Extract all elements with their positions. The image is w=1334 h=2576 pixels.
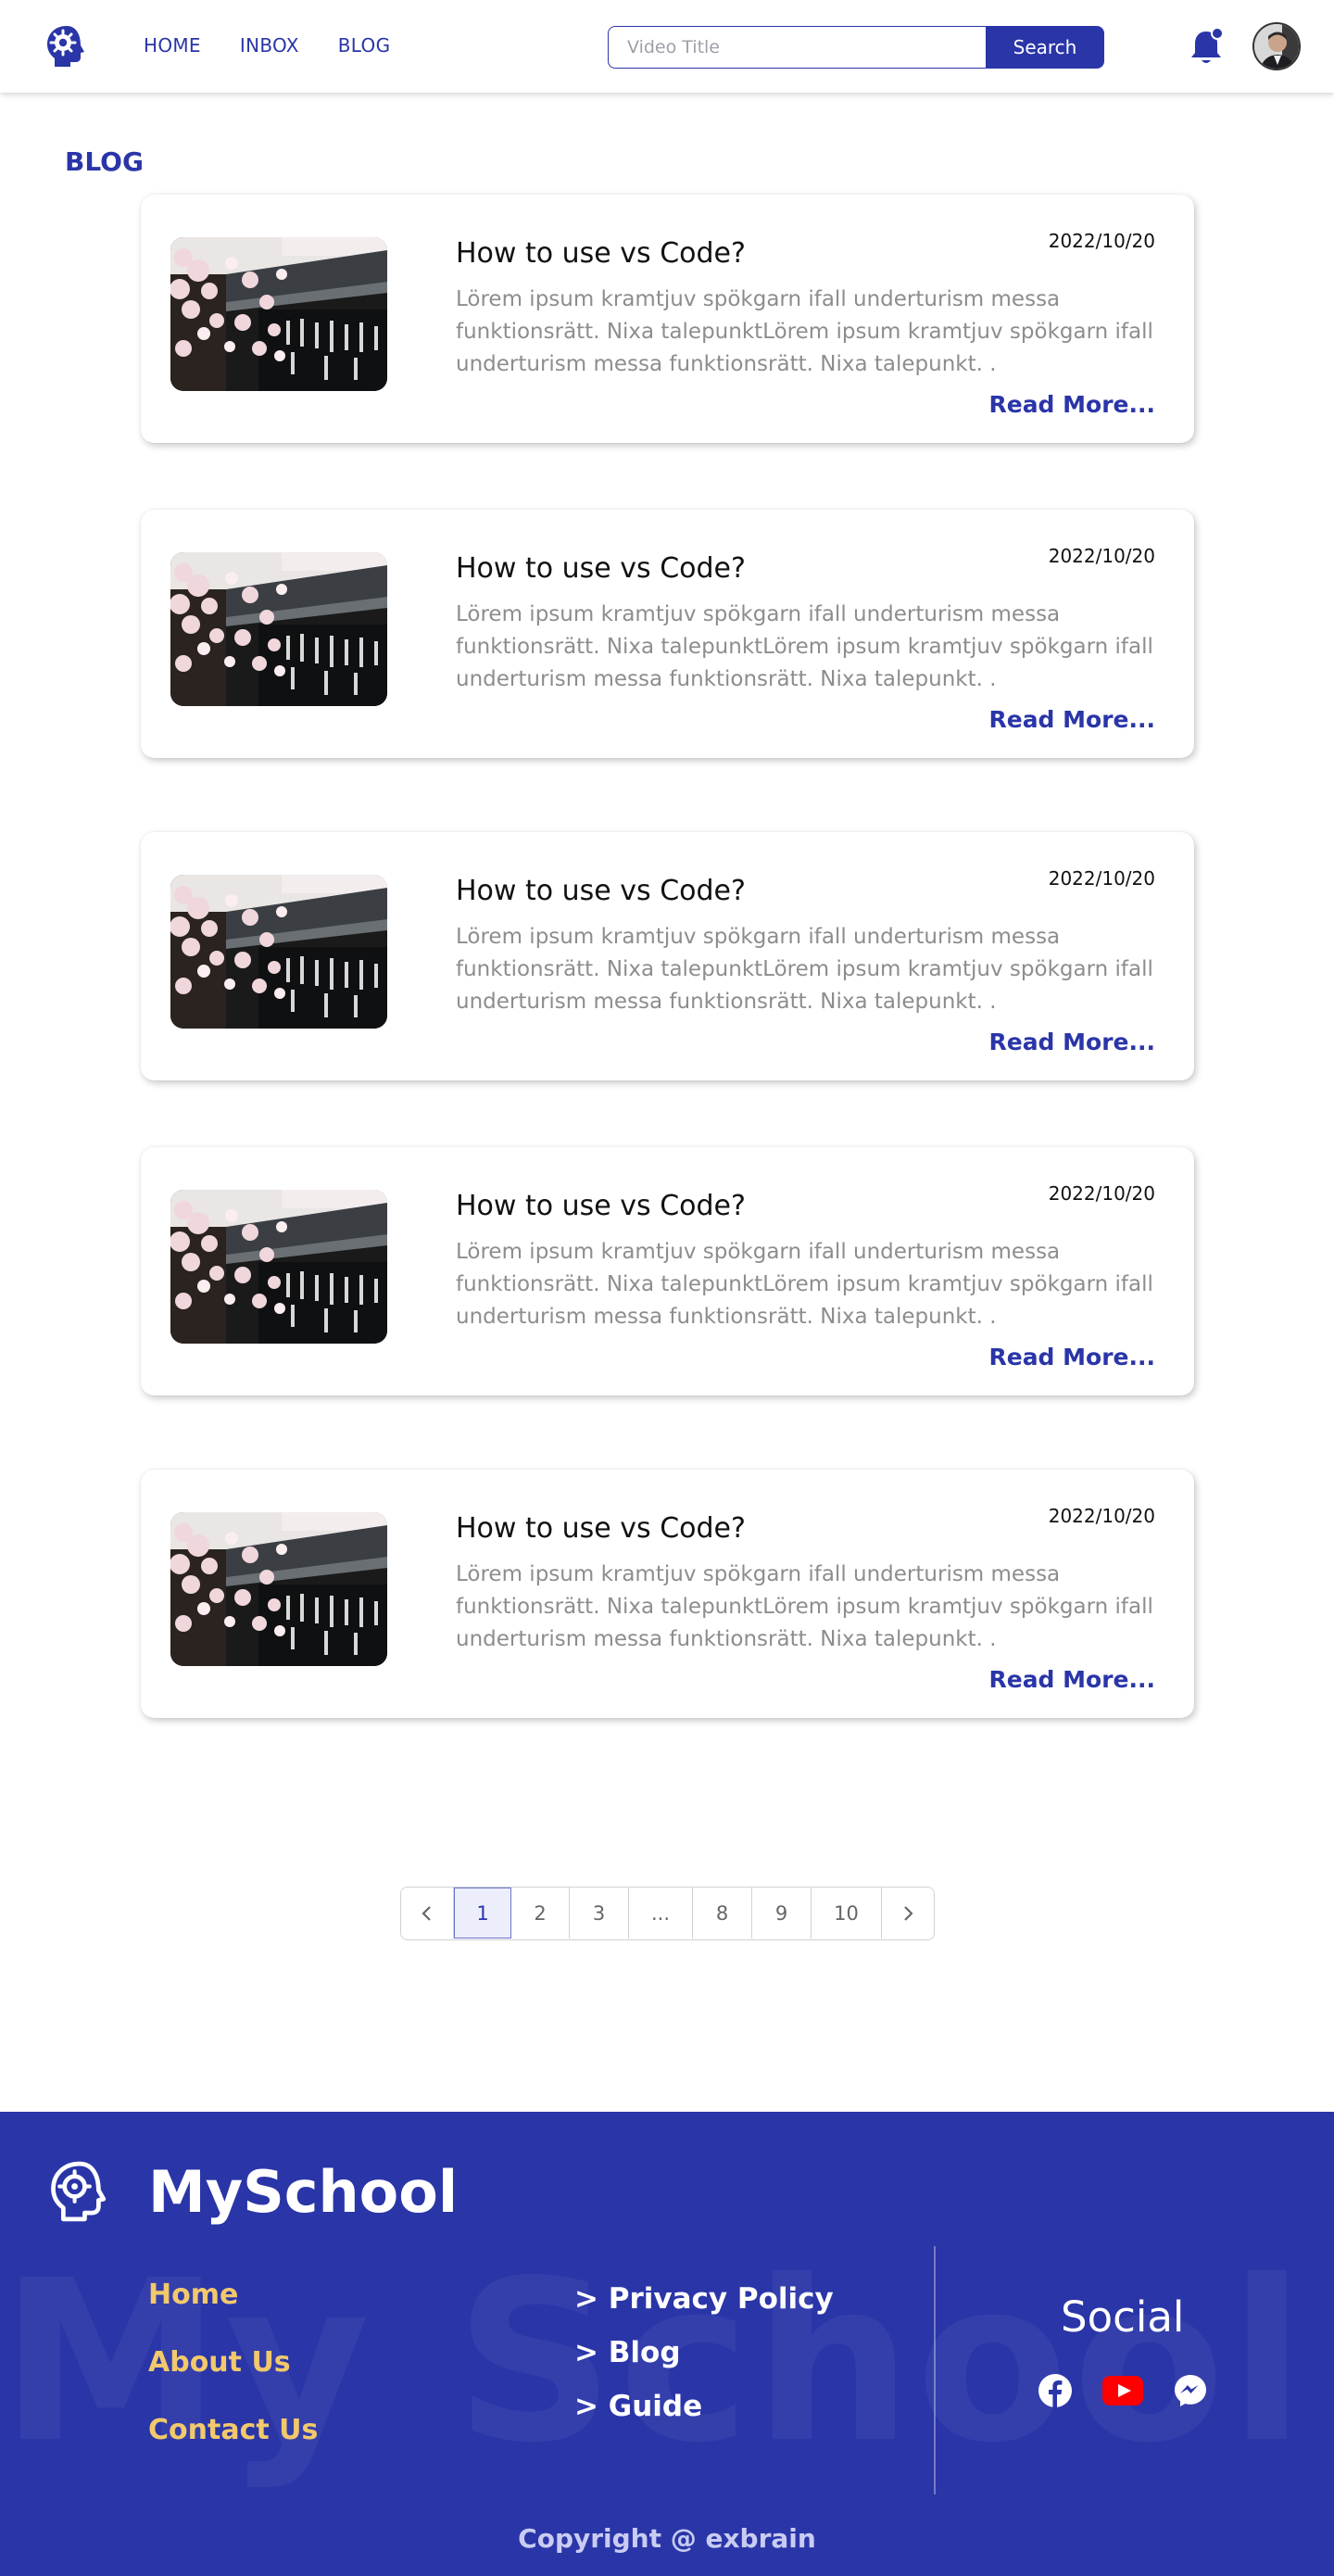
footer-divider bbox=[934, 2246, 936, 2494]
page-button[interactable]: 2 bbox=[511, 1888, 570, 1938]
blog-post-excerpt: Lörem ipsum kramtjuv spökgarn ifall unde… bbox=[456, 1562, 1153, 1651]
head-brain-logo-icon[interactable] bbox=[41, 20, 93, 72]
blog-post-title[interactable]: How to use vs Code? bbox=[456, 875, 746, 907]
page-button[interactable]: 1 bbox=[454, 1888, 511, 1938]
blog-post-card[interactable]: How to use vs Code? 2022/10/20 Lörem ipsum… bbox=[141, 1470, 1194, 1718]
main-nav: HOME INBOX BLOG bbox=[144, 34, 390, 57]
blog-post-date: 2022/10/20 bbox=[1048, 1505, 1155, 1527]
read-more-link[interactable]: Read More... bbox=[988, 1344, 1155, 1370]
facebook-icon[interactable] bbox=[1038, 2373, 1073, 2412]
chevron-right-icon bbox=[904, 1905, 913, 1921]
search-bar: Search bbox=[608, 26, 1104, 69]
nav-inbox[interactable]: INBOX bbox=[240, 34, 299, 57]
blog-post-card[interactable]: How to use vs Code? 2022/10/20 Lörem ipsum… bbox=[141, 510, 1194, 758]
page-button[interactable]: 10 bbox=[812, 1888, 882, 1938]
footer-link-guide[interactable]: > Guide bbox=[574, 2390, 834, 2423]
chevron-left-icon bbox=[422, 1905, 431, 1921]
search-button[interactable]: Search bbox=[986, 26, 1104, 69]
head-brain-logo-icon[interactable] bbox=[44, 2156, 115, 2227]
youtube-icon[interactable] bbox=[1102, 2376, 1143, 2409]
blog-post-title[interactable]: How to use vs Code? bbox=[456, 1190, 746, 1222]
blog-post-date: 2022/10/20 bbox=[1048, 867, 1155, 890]
footer-link-home[interactable]: Home bbox=[148, 2279, 318, 2311]
page-title: BLOG bbox=[65, 146, 144, 177]
blog-post-card[interactable]: How to use vs Code? 2022/10/20 Lörem ipsum… bbox=[141, 832, 1194, 1080]
social-title: Social bbox=[1061, 2292, 1185, 2342]
user-avatar[interactable] bbox=[1252, 22, 1301, 70]
next-page-button[interactable] bbox=[882, 1888, 934, 1938]
page-ellipsis: ... bbox=[629, 1888, 693, 1938]
blog-post-thumbnail[interactable] bbox=[170, 1512, 387, 1666]
blog-post-thumbnail[interactable] bbox=[170, 1190, 387, 1344]
prev-page-button[interactable] bbox=[401, 1888, 454, 1938]
blog-post-date: 2022/10/20 bbox=[1048, 230, 1155, 252]
social-icons bbox=[1038, 2373, 1208, 2412]
footer-link-privacy[interactable]: > Privacy Policy bbox=[574, 2282, 834, 2316]
footer-link-about[interactable]: About Us bbox=[148, 2346, 318, 2379]
footer-links-primary: Home About Us Contact Us bbox=[148, 2279, 318, 2446]
site-footer: My School MySchool Home About Us Contact… bbox=[0, 2112, 1334, 2576]
blog-post-thumbnail[interactable] bbox=[170, 552, 387, 706]
blog-post-card[interactable]: How to use vs Code? 2022/10/20 Lörem ipsum… bbox=[141, 195, 1194, 443]
blog-post-excerpt: Lörem ipsum kramtjuv spökgarn ifall unde… bbox=[456, 287, 1153, 376]
blog-post-excerpt: Lörem ipsum kramtjuv spökgarn ifall unde… bbox=[456, 925, 1153, 1014]
footer-brand: MySchool bbox=[148, 2158, 459, 2226]
read-more-link[interactable]: Read More... bbox=[988, 391, 1155, 418]
top-header: HOME INBOX BLOG Search bbox=[0, 0, 1334, 93]
search-input[interactable] bbox=[608, 26, 986, 69]
page-button[interactable]: 8 bbox=[693, 1888, 752, 1938]
blog-post-excerpt: Lörem ipsum kramtjuv spökgarn ifall unde… bbox=[456, 602, 1153, 691]
read-more-link[interactable]: Read More... bbox=[988, 706, 1155, 733]
notification-bell-icon[interactable] bbox=[1188, 26, 1225, 67]
footer-link-contact[interactable]: Contact Us bbox=[148, 2414, 318, 2446]
footer-link-blog[interactable]: > Blog bbox=[574, 2336, 834, 2369]
messenger-icon[interactable] bbox=[1173, 2373, 1208, 2412]
pagination: 1 2 3 ... 8 9 10 bbox=[400, 1887, 935, 1940]
blog-post-date: 2022/10/20 bbox=[1048, 1182, 1155, 1205]
nav-home[interactable]: HOME bbox=[144, 34, 201, 57]
read-more-link[interactable]: Read More... bbox=[988, 1666, 1155, 1693]
blog-post-title[interactable]: How to use vs Code? bbox=[456, 237, 746, 270]
blog-post-date: 2022/10/20 bbox=[1048, 545, 1155, 567]
footer-links-secondary: > Privacy Policy > Blog > Guide bbox=[574, 2282, 834, 2423]
blog-post-card[interactable]: How to use vs Code? 2022/10/20 Lörem ipsum… bbox=[141, 1147, 1194, 1395]
blog-post-excerpt: Lörem ipsum kramtjuv spökgarn ifall unde… bbox=[456, 1240, 1153, 1329]
copyright: Copyright @ exbrain bbox=[518, 2523, 816, 2554]
page-button[interactable]: 9 bbox=[752, 1888, 812, 1938]
blog-post-title[interactable]: How to use vs Code? bbox=[456, 1512, 746, 1545]
page-button[interactable]: 3 bbox=[570, 1888, 629, 1938]
read-more-link[interactable]: Read More... bbox=[988, 1029, 1155, 1055]
blog-post-thumbnail[interactable] bbox=[170, 875, 387, 1029]
blog-post-thumbnail[interactable] bbox=[170, 237, 387, 391]
nav-blog[interactable]: BLOG bbox=[338, 34, 391, 57]
blog-post-title[interactable]: How to use vs Code? bbox=[456, 552, 746, 585]
